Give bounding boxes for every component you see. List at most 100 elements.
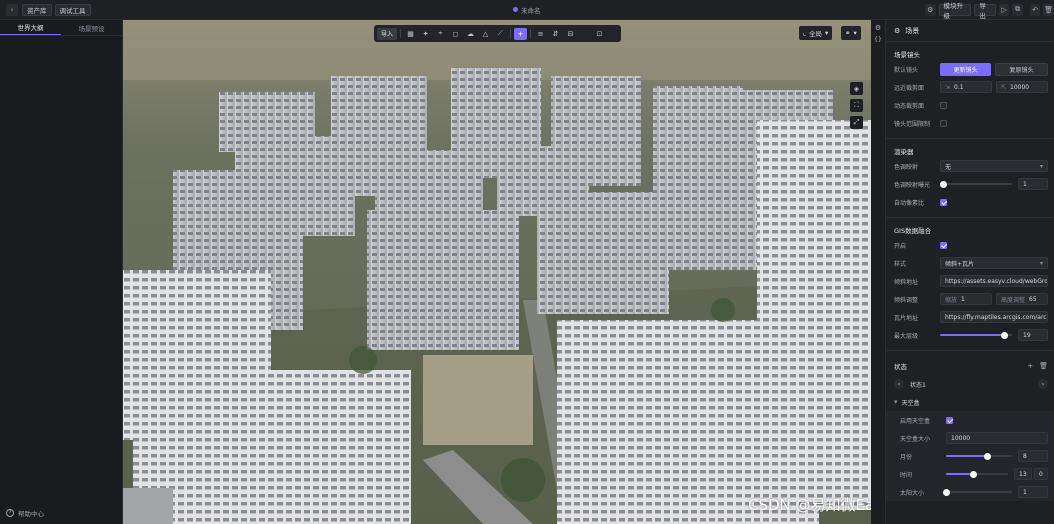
max-level-slider-knob[interactable] [1001, 331, 1009, 339]
height-adjust-value: 65 [1029, 295, 1037, 303]
fit-view-icon[interactable]: ⛶ [850, 99, 863, 112]
fullscreen-icon[interactable]: ⤢ [850, 116, 863, 129]
enable-skybox-label: 启用天空盒 [900, 417, 931, 425]
sun-size-slider-knob[interactable] [942, 488, 950, 496]
dynamic-clip-checkbox[interactable] [940, 101, 947, 109]
debug-tools-button[interactable]: 调试工具 [54, 3, 91, 16]
help-icon: ? [6, 509, 14, 517]
exposure-slider[interactable] [940, 180, 1012, 188]
play-icon[interactable]: ▷ [998, 3, 1010, 16]
clip-far-input[interactable]: ⇱ 10000 [996, 81, 1048, 93]
chevron-down-icon: ▾ [1039, 259, 1043, 267]
time-minute-input[interactable]: 0 [1034, 468, 1048, 480]
time-slider[interactable] [946, 470, 1008, 478]
camera-limit-checkbox[interactable] [940, 119, 947, 127]
magic-icon[interactable]: ✦ [419, 28, 432, 40]
default-camera-row: 默认镜头 更新镜头 复原镜头 [886, 60, 1054, 78]
clip-plane-label: 远近裁剪面 [894, 84, 925, 92]
tile-url-row: 瓦片地址 https://fly.maptiles.arcgis.com/arc… [886, 308, 1054, 326]
tilt-url-label: 倾斜地址 [894, 278, 919, 286]
share-icon[interactable]: ⧉ [1012, 3, 1023, 16]
collapse-icon[interactable]: ▾ [894, 398, 898, 406]
scale-input[interactable]: 缩放 1 [940, 293, 992, 305]
settings-icon[interactable]: ⚙ [925, 3, 936, 16]
add-icon[interactable]: + [514, 27, 527, 40]
delete-state-icon[interactable]: 🗑 [1039, 362, 1048, 370]
tile-url-input[interactable]: https://fly.maptiles.arcgis.com/arcgis [940, 311, 1048, 323]
grid-icon[interactable]: ▦ [404, 28, 417, 40]
enable-skybox-checkbox[interactable] [946, 416, 953, 424]
shape-icon[interactable]: ◻ [449, 28, 462, 40]
tonemap-row: 色调映射 无 ▾ [886, 157, 1054, 175]
auto-pixel-checkbox[interactable] [940, 198, 947, 206]
time-slider-knob[interactable] [970, 470, 978, 478]
state-next-icon[interactable]: › [1038, 379, 1048, 389]
help-center[interactable]: ? 帮助中心 [6, 508, 44, 518]
camera-limit-label: 镜头范围限制 [894, 120, 931, 128]
import-button[interactable]: 导入 [377, 27, 397, 40]
state-header-row: 状态 + 🗑 [886, 357, 1054, 375]
update-camera-button[interactable]: 更新镜头 [940, 62, 991, 76]
tab-world-outline[interactable]: 世界大纲 [0, 20, 61, 35]
exposure-label: 色调映射曝光 [894, 181, 931, 189]
render-section-title: 渲染器 [894, 148, 914, 156]
export-button[interactable]: 导出 [974, 2, 996, 20]
pin-icon[interactable]: ⌖ [434, 28, 447, 40]
exposure-row: 色调映射曝光 1 [886, 175, 1054, 193]
time-hour-input[interactable]: 13 [1014, 468, 1032, 480]
view-mode-select[interactable]: ⌞ 全局 ▾ [799, 26, 833, 40]
distribute-icon[interactable]: ⇵ [549, 28, 562, 40]
gis-enable-checkbox[interactable] [940, 241, 947, 249]
month-slider[interactable] [946, 452, 1012, 460]
chevron-down-icon: ▾ [853, 29, 857, 37]
tab-scene-presets[interactable]: 场景预设 [61, 20, 122, 35]
chevron-down-icon: ▾ [825, 29, 829, 37]
gis-style-value: 倾斜+瓦片 [945, 260, 975, 268]
max-level-slider[interactable] [940, 331, 1012, 339]
layers-toggle-icon[interactable]: ◈ [850, 82, 863, 95]
back-icon[interactable]: ‹ [6, 3, 18, 16]
resource-library-button[interactable]: 资产库 [22, 3, 52, 16]
link-select[interactable]: ⚭ ▾ [841, 26, 861, 40]
enable-skybox-row: 启用天空盒 [886, 411, 1054, 429]
month-slider-knob[interactable] [984, 452, 992, 460]
light-icon[interactable]: △ [479, 28, 492, 40]
skybox-size-input[interactable]: 10000 [946, 432, 1048, 444]
align-icon[interactable]: ≡ [534, 28, 547, 40]
exposure-slider-knob[interactable] [940, 180, 948, 188]
trash-icon[interactable]: 🗑 [1043, 3, 1054, 16]
height-adjust-input[interactable]: 高度调整 65 [996, 293, 1048, 305]
add-state-icon[interactable]: + [1027, 362, 1033, 370]
clip-near-input[interactable]: ⇲ 0.1 [940, 81, 992, 93]
reset-camera-button[interactable]: 复原镜头 [995, 62, 1048, 76]
upgrade-button[interactable]: 模块升级 [938, 2, 972, 20]
gis-style-row: 样式 倾斜+瓦片 ▾ [886, 254, 1054, 272]
code-icon[interactable]: {} [871, 36, 885, 43]
lock-icon[interactable]: ⊡ [593, 28, 606, 40]
gis-style-select[interactable]: 倾斜+瓦片 ▾ [940, 257, 1048, 269]
tile-url-label: 瓦片地址 [894, 314, 919, 322]
view-mode-value: 全局 [809, 30, 823, 38]
right-icon-strip: ⚙ {} [871, 20, 886, 524]
camera-section-title: 场景镜头 [894, 51, 920, 59]
layers-icon[interactable]: ⊟ [564, 28, 577, 40]
cloud-icon[interactable]: ☁ [464, 28, 477, 40]
max-level-input[interactable]: 19 [1018, 329, 1048, 341]
month-label: 月份 [900, 453, 913, 461]
undo-icon[interactable]: ↶ [1029, 3, 1041, 16]
tilt-url-input[interactable]: https://assets.easyv.cloud/webGroup [940, 275, 1048, 287]
path-icon[interactable]: ⟋ [494, 28, 507, 40]
left-tabs: 世界大纲 场景预设 [0, 20, 122, 36]
scene-icon: ⚙ [894, 26, 901, 35]
scene-viewport[interactable]: 导入 ▦ ✦ ⌖ ◻ ☁ △ ⟋ + ≡ ⇵ ⊟ ⊡ ⌞ 全局 ▾ ⚭ ▾ ◈ … [123, 20, 871, 524]
state-prev-icon[interactable]: ‹ [894, 379, 904, 389]
default-camera-label: 默认镜头 [894, 66, 919, 74]
tonemap-select[interactable]: 无 ▾ [940, 160, 1048, 172]
sun-size-input[interactable]: 1 [1018, 486, 1048, 498]
month-input[interactable]: 8 [1018, 450, 1048, 462]
gear-icon[interactable]: ⚙ [871, 24, 885, 32]
exposure-input[interactable]: 1 [1018, 178, 1048, 190]
section-divider [886, 138, 1054, 139]
sun-size-slider[interactable] [942, 488, 1012, 496]
height-adjust-label: 高度调整 [1001, 296, 1026, 304]
